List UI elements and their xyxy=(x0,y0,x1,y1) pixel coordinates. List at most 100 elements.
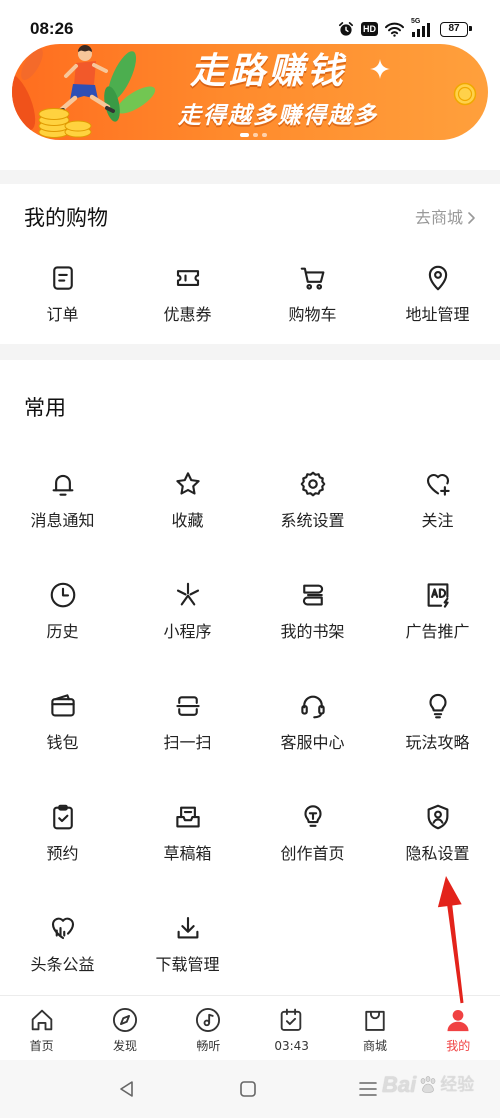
draft-box-icon xyxy=(173,802,203,832)
nav-tab-timer[interactable]: 03:43 xyxy=(250,996,333,1060)
item-label: 钱包 xyxy=(46,733,79,752)
common-section: 常用 消息通知 收藏 系统设置 关注 历史 小程序 我的书架 广告推广 钱包 扫… xyxy=(0,360,500,995)
shopping-row: 订单 优惠券 购物车 地址管理 xyxy=(0,233,500,344)
nav-tab-label: 商城 xyxy=(362,1039,387,1053)
promo-banner[interactable]: 走路赚钱 走得越多赚得越多 xyxy=(12,44,488,140)
nav-tab-listen[interactable]: 畅听 xyxy=(167,996,250,1060)
nav-tab-label: 我的 xyxy=(446,1039,471,1053)
go-to-mall-link[interactable]: 去商城 xyxy=(415,208,476,228)
watermark-text: 经验 xyxy=(440,1075,475,1095)
carousel-indicator xyxy=(240,133,267,137)
common-row: 钱包 扫一扫 客服中心 玩法攻略 xyxy=(0,661,500,772)
shop-item-address[interactable]: 地址管理 xyxy=(375,233,500,344)
item-label: 我的书架 xyxy=(280,622,345,641)
sparkle-icon xyxy=(370,59,390,79)
scan-icon xyxy=(173,691,203,721)
clock-icon xyxy=(48,580,78,610)
recents-menu-icon[interactable] xyxy=(355,1076,381,1102)
item-label: 下载管理 xyxy=(155,955,220,974)
shopping-bag-icon xyxy=(361,1006,389,1034)
status-time: 08:26 xyxy=(30,19,74,38)
music-disc-icon xyxy=(194,1006,222,1034)
item-play-guide[interactable]: 玩法攻略 xyxy=(375,661,500,772)
item-label: 消息通知 xyxy=(30,511,95,530)
item-wallet[interactable]: 钱包 xyxy=(0,661,125,772)
item-downloads[interactable]: 下载管理 xyxy=(125,883,250,994)
banner-subtitle: 走得越多赚得越多 xyxy=(178,103,378,129)
item-following[interactable]: 关注 xyxy=(375,439,500,550)
item-system-settings[interactable]: 系统设置 xyxy=(250,439,375,550)
item-label: 小程序 xyxy=(163,622,212,641)
nav-tab-mall[interactable]: 商城 xyxy=(333,996,416,1060)
header: 08:26 HD 5G 87 走路赚钱 走得越多赚得越多 xyxy=(0,0,500,170)
item-notifications[interactable]: 消息通知 xyxy=(0,439,125,550)
shield-user-icon xyxy=(423,802,453,832)
person-icon xyxy=(444,1006,472,1034)
watermark: Bai 经验 xyxy=(382,1070,474,1100)
item-ad-promotion[interactable]: 广告推广 xyxy=(375,550,500,661)
item-label: 头条公益 xyxy=(30,955,95,974)
item-label: 历史 xyxy=(46,622,79,641)
back-icon[interactable] xyxy=(114,1076,140,1102)
creator-bulb-icon xyxy=(298,802,328,832)
banner-title: 走路赚钱 xyxy=(189,51,346,92)
nav-tab-label: 发现 xyxy=(112,1039,137,1053)
item-reservations[interactable]: 预约 xyxy=(0,772,125,883)
bookshelf-icon xyxy=(298,580,328,610)
item-creator-home[interactable]: 创作首页 xyxy=(250,772,375,883)
heart-plus-icon xyxy=(423,469,453,499)
common-row: 消息通知 收藏 系统设置 关注 xyxy=(0,439,500,550)
ad-icon xyxy=(423,580,453,610)
battery-icon: 87 xyxy=(440,21,472,37)
location-icon xyxy=(423,263,453,293)
item-label: 草稿箱 xyxy=(163,844,212,863)
carousel-dot xyxy=(253,133,258,137)
item-customer-service[interactable]: 客服中心 xyxy=(250,661,375,772)
carousel-dot xyxy=(240,133,249,137)
item-label: 收藏 xyxy=(171,511,204,530)
home-square-icon[interactable] xyxy=(235,1076,261,1102)
item-mini-programs[interactable]: 小程序 xyxy=(125,550,250,661)
paw-logo-icon xyxy=(418,1075,438,1095)
nav-tab-discover[interactable]: 发现 xyxy=(83,996,166,1060)
common-row: 预约 草稿箱 创作首页 隐私设置 xyxy=(0,772,500,883)
nav-tab-me[interactable]: 我的 xyxy=(417,996,500,1060)
watermark-brand: Bai xyxy=(382,1072,417,1097)
calendar-check-icon xyxy=(277,1006,305,1034)
item-history[interactable]: 历史 xyxy=(0,550,125,661)
common-title: 常用 xyxy=(24,396,66,420)
bell-icon xyxy=(48,469,78,499)
item-label: 广告推广 xyxy=(405,622,470,641)
common-row: 头条公益 下载管理 xyxy=(0,883,500,994)
shop-item-label: 优惠券 xyxy=(163,305,212,324)
order-icon xyxy=(48,263,78,293)
download-icon xyxy=(173,913,203,943)
star-icon xyxy=(173,469,203,499)
compass-icon xyxy=(111,1006,139,1034)
wifi-icon xyxy=(385,22,404,37)
item-privacy-settings[interactable]: 隐私设置 xyxy=(375,772,500,883)
item-drafts[interactable]: 草稿箱 xyxy=(125,772,250,883)
item-toutiao-charity[interactable]: 头条公益 xyxy=(0,883,125,994)
item-label: 扫一扫 xyxy=(163,733,212,752)
item-label: 预约 xyxy=(46,844,79,863)
shopping-title: 我的购物 xyxy=(24,206,108,230)
lightbulb-icon xyxy=(423,691,453,721)
shop-item-orders[interactable]: 订单 xyxy=(0,233,125,344)
bottom-nav: 首页 发现 畅听 03:43 商城 我的 xyxy=(0,995,500,1060)
item-my-bookshelf[interactable]: 我的书架 xyxy=(250,550,375,661)
shop-item-cart[interactable]: 购物车 xyxy=(250,233,375,344)
mini-program-icon xyxy=(173,580,203,610)
charity-heart-icon xyxy=(48,913,78,943)
shop-item-label: 购物车 xyxy=(288,305,337,324)
shop-item-coupons[interactable]: 优惠券 xyxy=(125,233,250,344)
item-scan[interactable]: 扫一扫 xyxy=(125,661,250,772)
nav-tab-home[interactable]: 首页 xyxy=(0,996,83,1060)
item-favorites[interactable]: 收藏 xyxy=(125,439,250,550)
chevron-right-icon xyxy=(467,211,476,225)
coin-icon xyxy=(453,82,477,106)
item-label: 关注 xyxy=(421,511,454,530)
gear-icon xyxy=(298,469,328,499)
item-label: 系统设置 xyxy=(280,511,345,530)
nav-tab-label: 畅听 xyxy=(196,1039,221,1053)
